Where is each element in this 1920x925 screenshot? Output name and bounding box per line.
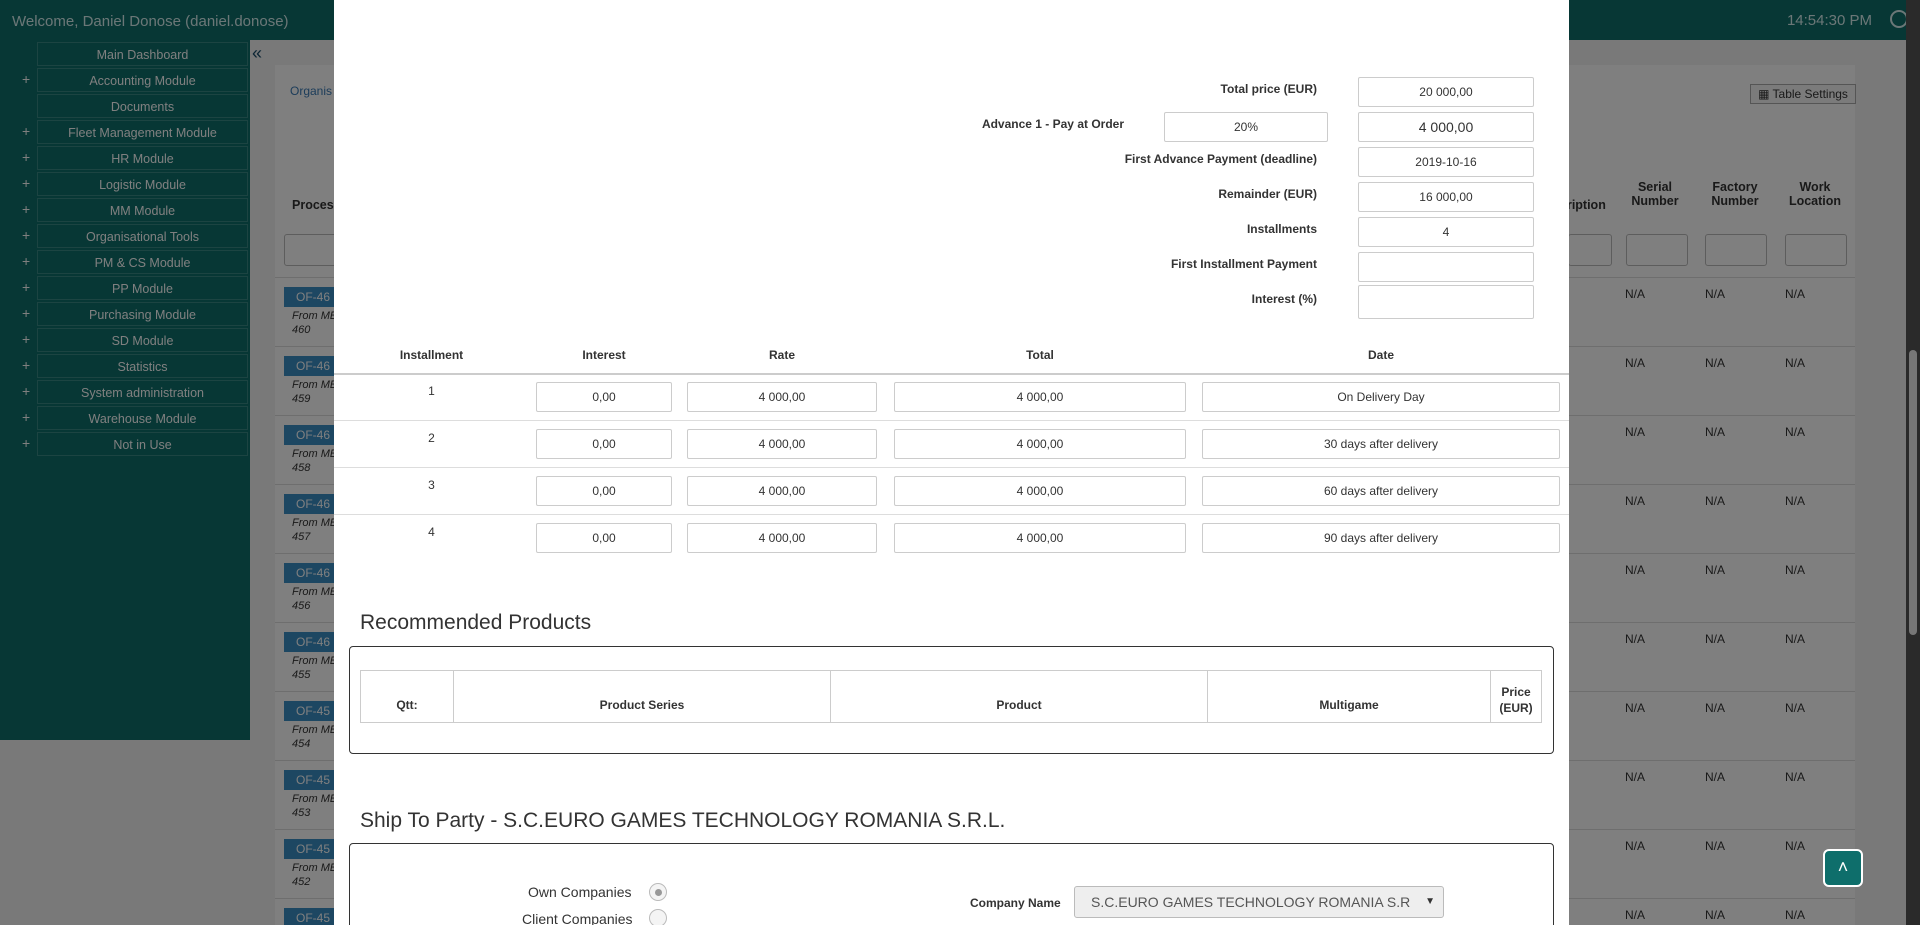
company-name-label: Company Name (970, 896, 1061, 910)
interest-field[interactable] (1358, 285, 1534, 319)
recommended-products-table: Qtt: Product Series Product Multigame Pr… (360, 670, 1542, 723)
ship-to-party-title: Ship To Party - S.C.EURO GAMES TECHNOLOG… (360, 809, 1006, 832)
product-header: Product (831, 671, 1208, 722)
interest-label: Interest (%) (1251, 292, 1317, 306)
first-installment-field[interactable] (1358, 252, 1534, 282)
first-installment-label: First Installment Payment (1170, 257, 1317, 271)
interest-input[interactable]: 0,00 (536, 476, 672, 506)
installment-number: 2 (428, 431, 435, 445)
multigame-header: Multigame (1208, 671, 1491, 722)
rate-input[interactable]: 4 000,00 (687, 382, 877, 412)
date-input[interactable]: On Delivery Day (1202, 382, 1560, 412)
recommended-products-title: Recommended Products (360, 611, 592, 634)
total-input[interactable]: 4 000,00 (894, 429, 1186, 459)
date-input[interactable]: 90 days after delivery (1202, 523, 1560, 553)
interest-input[interactable]: 0,00 (536, 382, 672, 412)
installment-number: 3 (428, 478, 435, 492)
installment-header: Installment (399, 348, 464, 362)
own-companies-label: Own Companies (528, 884, 632, 900)
rate-input[interactable]: 4 000,00 (687, 523, 877, 553)
interest-header: Interest (582, 348, 626, 362)
advance-value-field[interactable]: 4 000,00 (1358, 112, 1534, 142)
total-price-label: Total price (EUR) (1220, 82, 1317, 96)
advance-percent-field[interactable]: 20% (1164, 112, 1328, 142)
installments-label: Installments (1246, 222, 1317, 236)
date-input[interactable]: 60 days after delivery (1202, 476, 1560, 506)
remainder-field[interactable]: 16 000,00 (1358, 182, 1534, 212)
rate-input[interactable]: 4 000,00 (687, 429, 877, 459)
first-advance-label: First Advance Payment (deadline) (1124, 152, 1317, 166)
interest-input[interactable]: 0,00 (536, 523, 672, 553)
company-name-select[interactable]: S.C.EURO GAMES TECHNOLOGY ROMANIA S.R ▼ (1074, 886, 1444, 918)
advance-label: Advance 1 - Pay at Order (981, 117, 1124, 131)
table-divider (334, 373, 1569, 375)
qty-header: Qtt: (361, 671, 454, 722)
rate-input[interactable]: 4 000,00 (687, 476, 877, 506)
total-price-field[interactable]: 20 000,00 (1358, 77, 1534, 107)
chevron-down-icon: ▼ (1425, 896, 1435, 907)
scroll-to-top-button[interactable]: ˄ (1823, 849, 1863, 887)
client-companies-label: Client Companies (522, 911, 633, 925)
scrollbar-thumb[interactable] (1909, 350, 1917, 635)
installments-field[interactable]: 4 (1358, 217, 1534, 247)
row-divider (334, 514, 1569, 515)
price-header: Price (EUR) (1499, 685, 1533, 715)
client-companies-radio[interactable] (649, 909, 667, 925)
interest-input[interactable]: 0,00 (536, 429, 672, 459)
company-name-value: S.C.EURO GAMES TECHNOLOGY ROMANIA S.R (1091, 894, 1411, 910)
offer-modal: Total price (EUR) 20 000,00 Advance 1 - … (334, 0, 1569, 925)
row-divider (334, 420, 1569, 421)
chevron-up-icon: ˄ (1837, 857, 1849, 877)
remainder-label: Remainder (EUR) (1218, 187, 1317, 201)
date-input[interactable]: 30 days after delivery (1202, 429, 1560, 459)
own-companies-radio[interactable] (649, 883, 667, 901)
rate-header: Rate (768, 348, 795, 362)
total-input[interactable]: 4 000,00 (894, 523, 1186, 553)
total-input[interactable]: 4 000,00 (894, 382, 1186, 412)
total-input[interactable]: 4 000,00 (894, 476, 1186, 506)
product-series-header: Product Series (454, 671, 831, 722)
date-header: Date (1367, 348, 1394, 362)
total-header: Total (1026, 348, 1054, 362)
first-advance-date-field[interactable]: 2019-10-16 (1358, 147, 1534, 177)
installment-number: 1 (428, 384, 435, 398)
row-divider (334, 467, 1569, 468)
installment-number: 4 (428, 525, 435, 539)
page-scrollbar[interactable] (1906, 0, 1920, 925)
